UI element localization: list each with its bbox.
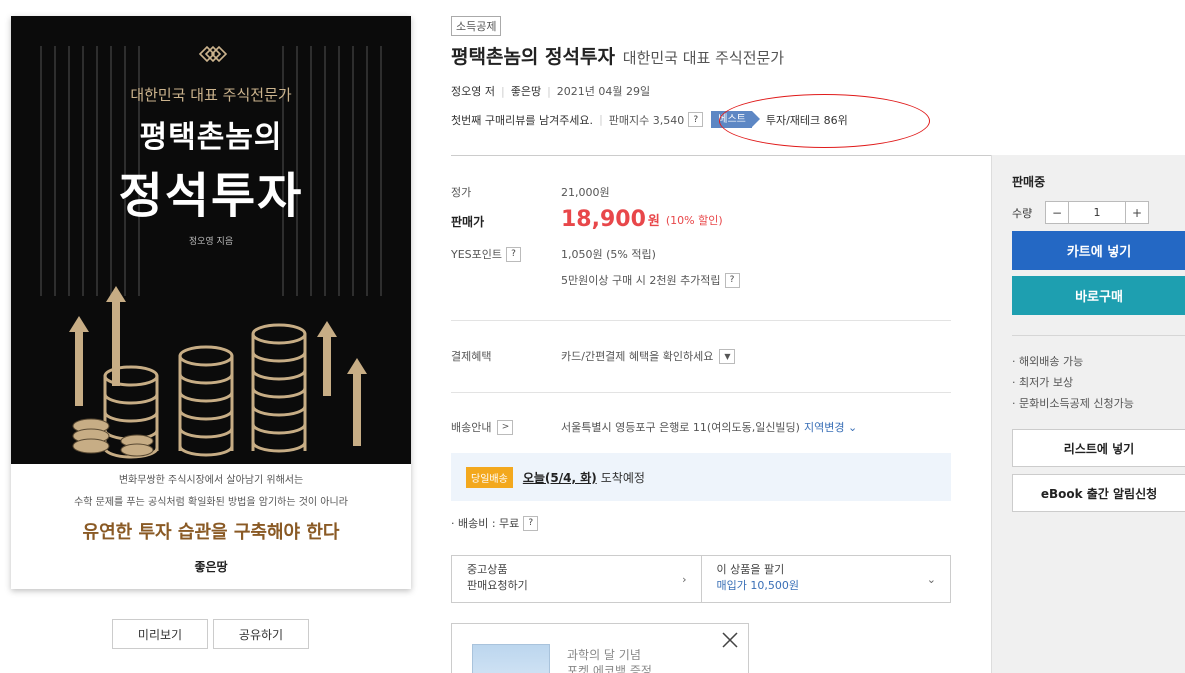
quantity-minus-button[interactable]: − (1046, 202, 1068, 223)
purchase-sidebar: 판매중 수량 − 1 + 카트에 넣기 바로구매 해외배송 가능 최저가 보상 … (991, 155, 1185, 673)
quantity-input[interactable]: 1 (1068, 202, 1126, 223)
note-overseas-shipping: 해외배송 가능 (1012, 351, 1134, 372)
buyback-price: 매입가 10,500원 (716, 579, 799, 592)
same-day-tag: 당일배송 (466, 466, 513, 488)
points-extra-help-icon[interactable]: ? (724, 272, 740, 288)
sidebar-notes: 해외배송 가능 최저가 보상 문화비소득공제 신청가능 (1012, 351, 1134, 414)
cover-headline: 유연한 투자 습관을 구축해야 한다 (82, 522, 340, 543)
cover-logo-icon (198, 45, 227, 63)
tax-deduction-badge: 소득공제 (451, 16, 502, 36)
payment-label: 결제혜택 (451, 350, 492, 363)
quantity-stepper: − 1 + (1045, 201, 1149, 224)
promo-line1: 과학의 달 기념 (567, 648, 641, 662)
chevron-down-icon[interactable]: ▼ (719, 348, 736, 364)
note-culture-deduction: 문화비소득공제 신청가능 (1012, 393, 1134, 414)
add-to-list-button[interactable]: 리스트에 넣기 (1012, 429, 1185, 467)
book-cover[interactable]: 대한민국 대표 주식전문가 평택촌놈의 정석투자 정오영 지음 변화무쌍한 주식… (11, 16, 411, 589)
promo-banner[interactable]: 과학의 달 기념 포켓 에코백 증정 (451, 623, 749, 673)
points-value: 1,050원 (5% 적립) (561, 248, 656, 261)
cover-author: 정오영 지음 (188, 237, 234, 247)
payment-benefit: 카드/간편결제 혜택을 확인하세요 (561, 350, 714, 363)
cover-blurb-line2: 수학 문제를 푸는 공식처럼 확일화된 방법을 암기하는 것이 아니라 (74, 497, 348, 508)
book-subtitle: 대한민국 대표 주식전문가 (622, 49, 785, 67)
shipping-fee-help-icon[interactable]: ? (523, 515, 539, 531)
sales-index: 판매지수 3,540 (608, 113, 685, 127)
arrival-text: 도착예정 (600, 470, 645, 485)
promo-thumbnail (472, 644, 550, 673)
used-left-line2: 판매요청하기 (467, 579, 528, 592)
points-label-row: YES포인트 ? (451, 246, 522, 262)
note-lowest-price: 최저가 보상 (1012, 372, 1134, 393)
cover-back-text: 변화무쌍한 주식시장에서 살아남기 위해서는 수학 문제를 푸는 공식처럼 확일… (11, 464, 411, 589)
cover-title-line1: 평택촌놈의 (139, 120, 283, 155)
cover-artwork: 대한민국 대표 주식전문가 평택촌놈의 정석투자 정오영 지음 (11, 16, 411, 464)
chevron-right-icon[interactable]: > (497, 419, 514, 435)
shipping-fee-row: · 배송비 : 무료 ? (451, 515, 539, 531)
book-title-row: 평택촌놈의 정석투자 대한민국 대표 주식전문가 (451, 42, 784, 69)
shipping-address-row: 서울특별시 영등포구 은행로 11(여의도동,일신빌딩) 지역변경 ⌄ (561, 419, 857, 435)
payment-benefit-row: 카드/간편결제 혜택을 확인하세요 ▼ (561, 348, 736, 364)
write-review-link[interactable]: 첫번째 구매리뷰를 남겨주세요. (451, 112, 593, 128)
quantity-plus-button[interactable]: + (1126, 202, 1148, 223)
used-product-box: 중고상품 판매요청하기 › 이 상품을 팔기 매입가 10,500원 ⌄ (451, 555, 951, 603)
close-icon[interactable] (720, 630, 740, 650)
publish-date: 2021년 04월 29일 (556, 85, 651, 98)
list-price-value: 21,000원 (561, 186, 610, 199)
cover-actions: 미리보기 공유하기 (112, 619, 309, 649)
add-to-cart-button[interactable]: 카트에 넣기 (1012, 231, 1185, 270)
section-divider (451, 155, 991, 156)
quantity-label: 수량 (1012, 207, 1033, 220)
list-price-label: 정가 (451, 186, 472, 199)
sidebar-divider (1012, 335, 1185, 336)
chevron-right-icon: › (682, 573, 687, 586)
delivery-date[interactable]: 오늘(5/4, 화) (523, 469, 597, 486)
shipping-address: 서울특별시 영등포구 은행로 11(여의도동,일신빌딩) (561, 421, 800, 434)
ebook-alert-button[interactable]: eBook 출간 알림신청 (1012, 474, 1185, 512)
separator: | (599, 113, 603, 126)
publisher-link[interactable]: 좋은땅 (511, 85, 541, 98)
used-left-line1: 중고상품 (467, 563, 508, 576)
points-label: YES포인트 (451, 248, 503, 261)
shipping-label-row: 배송안내 > (451, 419, 514, 435)
section-divider (451, 392, 951, 393)
sale-price-unit: 원 (647, 214, 660, 229)
author-link[interactable]: 정오영 저 (451, 85, 495, 98)
annotation-ellipse (719, 94, 930, 148)
buy-now-button[interactable]: 바로구매 (1012, 276, 1185, 315)
promo-line2: 포켓 에코백 증정 (567, 664, 652, 673)
sales-index-help-icon[interactable]: ? (688, 112, 704, 127)
sale-price: 18,900 원 (10% 할인) (561, 207, 723, 232)
book-meta: 정오영 저 | 좋은땅 | 2021년 04월 29일 (451, 83, 650, 99)
cover-subtitle: 대한민국 대표 주식전문가 (130, 86, 292, 104)
cover-blurb-line1: 변화무쌍한 주식시장에서 살아남기 위해서는 (118, 475, 304, 486)
points-help-icon[interactable]: ? (506, 246, 522, 262)
sale-status: 판매중 (1012, 175, 1046, 189)
cover-title-line2: 정석투자 (118, 168, 304, 224)
used-sell-request[interactable]: 중고상품 판매요청하기 › (452, 556, 701, 602)
change-region-link[interactable]: 지역변경 ⌄ (804, 419, 857, 435)
sell-this-product[interactable]: 이 상품을 팔기 매입가 10,500원 ⌄ (700, 556, 951, 602)
separator: | (500, 85, 505, 98)
sale-price-amount: 18,900 (561, 207, 646, 232)
section-divider (451, 320, 951, 321)
points-extra-row: 5만원이상 구매 시 2천원 추가적립 ? (561, 272, 740, 288)
chevron-down-icon: ⌄ (926, 573, 936, 586)
same-day-delivery-box: 당일배송 오늘(5/4, 화) 도착예정 (451, 453, 951, 501)
shipping-label: 배송안내 (451, 421, 492, 434)
book-title: 평택촌놈의 정석투자 (451, 46, 615, 68)
share-button[interactable]: 공유하기 (213, 619, 309, 649)
sale-discount: (10% 할인) (665, 213, 723, 227)
separator: | (547, 85, 551, 98)
preview-button[interactable]: 미리보기 (112, 619, 208, 649)
shipping-fee: · 배송비 : 무료 (451, 517, 520, 530)
cover-publisher-logo: 좋은땅 (194, 560, 228, 574)
sale-price-label: 판매가 (451, 215, 485, 229)
used-right-line1: 이 상품을 팔기 (716, 563, 785, 576)
points-extra: 5만원이상 구매 시 2천원 추가적립 (561, 274, 721, 287)
coin-stacks-illustration (69, 286, 367, 459)
